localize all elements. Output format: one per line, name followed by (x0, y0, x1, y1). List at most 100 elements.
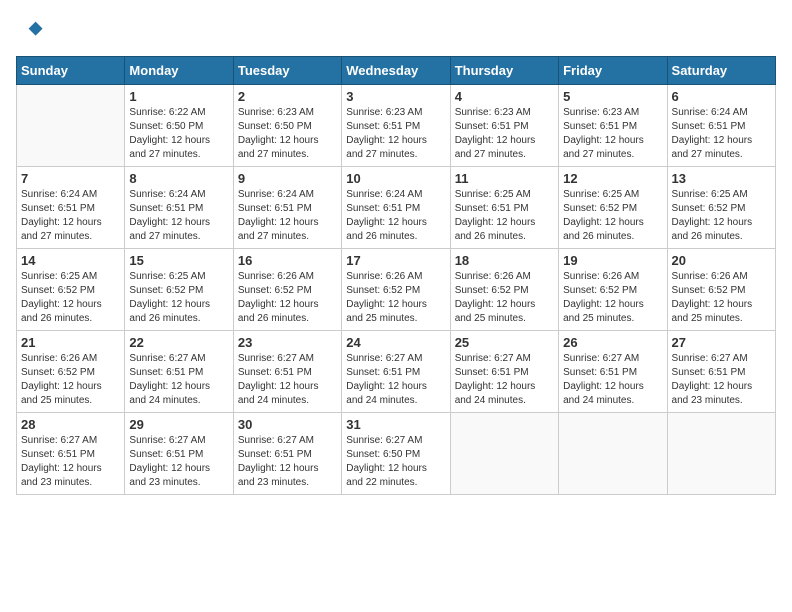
calendar-day-cell: 7Sunrise: 6:24 AM Sunset: 6:51 PM Daylig… (17, 167, 125, 249)
calendar-day-cell: 23 Sunrise: 6:27 AM Sunset: 6:51 PM Dayli… (233, 331, 341, 413)
day-detail: Sunrise: 6:27 AM Sunset: 6:51 PM Dayligh… (563, 352, 662, 408)
calendar-day-cell: 2 Sunrise: 6:23 AM Sunset: 6:50 PM Daylig… (233, 85, 341, 167)
calendar-day-cell: 8 Sunrise: 6:24 AM Sunset: 6:51 PM Daylig… (125, 167, 233, 249)
day-detail: Sunrise: 6:27 AM Sunset: 6:50 PM Dayligh… (346, 434, 445, 490)
day-number: 31 (346, 417, 445, 432)
calendar-day-header: Sunday (17, 57, 125, 85)
calendar-week-row: 1 Sunrise: 6:22 AM Sunset: 6:50 PM Daylig… (17, 85, 776, 167)
day-number: 19 (563, 253, 662, 268)
calendar-week-row: 7 Sunrise: 6:24 AM Sunset: 6:51 PM Daylig… (17, 167, 776, 249)
calendar-day-cell: 17 Sunrise: 6:26 AM Sunset: 6:52 PM Dayli… (342, 249, 450, 331)
day-number: 26 (563, 335, 662, 350)
day-detail: Sunrise: 6:27 AM Sunset: 6:51 PM Dayligh… (129, 434, 228, 490)
day-number: 13 (672, 171, 771, 186)
calendar-day-cell: 21 Sunrise: 6:26 AM Sunset: 6:52 PM Dayli… (17, 331, 125, 413)
calendar-day-cell: 13 Sunrise: 6:25 AM Sunset: 6:52 PM Dayli… (667, 167, 775, 249)
calendar-day-cell: 11 Sunrise: 6:25 AM Sunset: 6:51 PM Dayli… (450, 167, 558, 249)
calendar-day-cell: 12Sunrise: 6:25 AM Sunset: 6:52 PM Dayli… (559, 167, 667, 249)
day-number: 14 (21, 253, 120, 268)
logo-icon (16, 16, 44, 44)
day-detail: Sunrise: 6:24 AM Sunset: 6:51 PM Dayligh… (238, 188, 337, 244)
day-number: 1 (129, 89, 228, 104)
day-detail: Sunrise: 6:24 AM Sunset: 6:51 PM Dayligh… (129, 188, 228, 244)
day-number: 15 (129, 253, 228, 268)
day-detail: Sunrise: 6:22 AM Sunset: 6:50 PM Dayligh… (129, 106, 228, 162)
calendar-day-cell: 6Sunrise: 6:24 AM Sunset: 6:51 PM Daylig… (667, 85, 775, 167)
day-detail: Sunrise: 6:26 AM Sunset: 6:52 PM Dayligh… (455, 270, 554, 326)
calendar-day-cell: 26 Sunrise: 6:27 AM Sunset: 6:51 PM Dayli… (559, 331, 667, 413)
page-header (16, 16, 776, 44)
calendar-week-row: 14 Sunrise: 6:25 AM Sunset: 6:52 PM Dayli… (17, 249, 776, 331)
calendar-day-cell: 9 Sunrise: 6:24 AM Sunset: 6:51 PM Daylig… (233, 167, 341, 249)
day-detail: Sunrise: 6:24 AM Sunset: 6:51 PM Dayligh… (672, 106, 771, 162)
calendar-day-cell (667, 413, 775, 495)
calendar-day-cell: 25Sunrise: 6:27 AM Sunset: 6:51 PM Dayli… (450, 331, 558, 413)
day-number: 17 (346, 253, 445, 268)
calendar-day-header: Tuesday (233, 57, 341, 85)
day-detail: Sunrise: 6:27 AM Sunset: 6:51 PM Dayligh… (346, 352, 445, 408)
calendar-day-cell: 3 Sunrise: 6:23 AM Sunset: 6:51 PM Daylig… (342, 85, 450, 167)
day-number: 8 (129, 171, 228, 186)
day-number: 5 (563, 89, 662, 104)
day-detail: Sunrise: 6:26 AM Sunset: 6:52 PM Dayligh… (672, 270, 771, 326)
day-number: 11 (455, 171, 554, 186)
calendar-day-cell: 22 Sunrise: 6:27 AM Sunset: 6:51 PM Dayli… (125, 331, 233, 413)
calendar-day-cell (450, 413, 558, 495)
day-number: 18 (455, 253, 554, 268)
day-detail: Sunrise: 6:26 AM Sunset: 6:52 PM Dayligh… (238, 270, 337, 326)
day-detail: Sunrise: 6:23 AM Sunset: 6:51 PM Dayligh… (346, 106, 445, 162)
calendar-day-cell: 20 Sunrise: 6:26 AM Sunset: 6:52 PM Dayli… (667, 249, 775, 331)
calendar-table: SundayMondayTuesdayWednesdayThursdayFrid… (16, 56, 776, 495)
day-number: 27 (672, 335, 771, 350)
day-detail: Sunrise: 6:27 AM Sunset: 6:51 PM Dayligh… (238, 352, 337, 408)
calendar-week-row: 21 Sunrise: 6:26 AM Sunset: 6:52 PM Dayli… (17, 331, 776, 413)
day-number: 12 (563, 171, 662, 186)
day-number: 28 (21, 417, 120, 432)
calendar-day-cell: 16Sunrise: 6:26 AM Sunset: 6:52 PM Dayli… (233, 249, 341, 331)
calendar-day-cell: 28 Sunrise: 6:27 AM Sunset: 6:51 PM Dayli… (17, 413, 125, 495)
day-number: 2 (238, 89, 337, 104)
calendar-day-cell: 4 Sunrise: 6:23 AM Sunset: 6:51 PM Daylig… (450, 85, 558, 167)
day-number: 24 (346, 335, 445, 350)
day-detail: Sunrise: 6:26 AM Sunset: 6:52 PM Dayligh… (21, 352, 120, 408)
calendar-header-row: SundayMondayTuesdayWednesdayThursdayFrid… (17, 57, 776, 85)
day-number: 21 (21, 335, 120, 350)
day-detail: Sunrise: 6:26 AM Sunset: 6:52 PM Dayligh… (346, 270, 445, 326)
calendar-week-row: 28 Sunrise: 6:27 AM Sunset: 6:51 PM Dayli… (17, 413, 776, 495)
day-detail: Sunrise: 6:25 AM Sunset: 6:52 PM Dayligh… (672, 188, 771, 244)
day-detail: Sunrise: 6:23 AM Sunset: 6:50 PM Dayligh… (238, 106, 337, 162)
calendar-day-header: Monday (125, 57, 233, 85)
day-detail: Sunrise: 6:25 AM Sunset: 6:52 PM Dayligh… (129, 270, 228, 326)
calendar-day-cell: 1 Sunrise: 6:22 AM Sunset: 6:50 PM Daylig… (125, 85, 233, 167)
day-detail: Sunrise: 6:27 AM Sunset: 6:51 PM Dayligh… (21, 434, 120, 490)
day-number: 22 (129, 335, 228, 350)
calendar-day-cell: 15 Sunrise: 6:25 AM Sunset: 6:52 PM Dayli… (125, 249, 233, 331)
day-number: 29 (129, 417, 228, 432)
calendar-day-header: Friday (559, 57, 667, 85)
day-number: 3 (346, 89, 445, 104)
day-detail: Sunrise: 6:23 AM Sunset: 6:51 PM Dayligh… (455, 106, 554, 162)
logo (16, 16, 48, 44)
day-number: 9 (238, 171, 337, 186)
day-detail: Sunrise: 6:24 AM Sunset: 6:51 PM Dayligh… (346, 188, 445, 244)
calendar-day-cell: 19Sunrise: 6:26 AM Sunset: 6:52 PM Dayli… (559, 249, 667, 331)
day-detail: Sunrise: 6:27 AM Sunset: 6:51 PM Dayligh… (129, 352, 228, 408)
day-detail: Sunrise: 6:27 AM Sunset: 6:51 PM Dayligh… (672, 352, 771, 408)
calendar-day-cell (559, 413, 667, 495)
day-number: 4 (455, 89, 554, 104)
calendar-day-cell: 29 Sunrise: 6:27 AM Sunset: 6:51 PM Dayli… (125, 413, 233, 495)
day-detail: Sunrise: 6:23 AM Sunset: 6:51 PM Dayligh… (563, 106, 662, 162)
calendar-day-cell: 10 Sunrise: 6:24 AM Sunset: 6:51 PM Dayli… (342, 167, 450, 249)
day-number: 10 (346, 171, 445, 186)
day-detail: Sunrise: 6:25 AM Sunset: 6:51 PM Dayligh… (455, 188, 554, 244)
calendar-day-cell: 14Sunrise: 6:25 AM Sunset: 6:52 PM Dayli… (17, 249, 125, 331)
day-number: 23 (238, 335, 337, 350)
calendar-day-cell: 31 Sunrise: 6:27 AM Sunset: 6:50 PM Dayli… (342, 413, 450, 495)
calendar-day-cell: 18 Sunrise: 6:26 AM Sunset: 6:52 PM Dayli… (450, 249, 558, 331)
day-number: 7 (21, 171, 120, 186)
day-number: 20 (672, 253, 771, 268)
calendar-day-header: Thursday (450, 57, 558, 85)
calendar-day-cell: 30Sunrise: 6:27 AM Sunset: 6:51 PM Dayli… (233, 413, 341, 495)
calendar-day-cell (17, 85, 125, 167)
calendar-day-header: Saturday (667, 57, 775, 85)
